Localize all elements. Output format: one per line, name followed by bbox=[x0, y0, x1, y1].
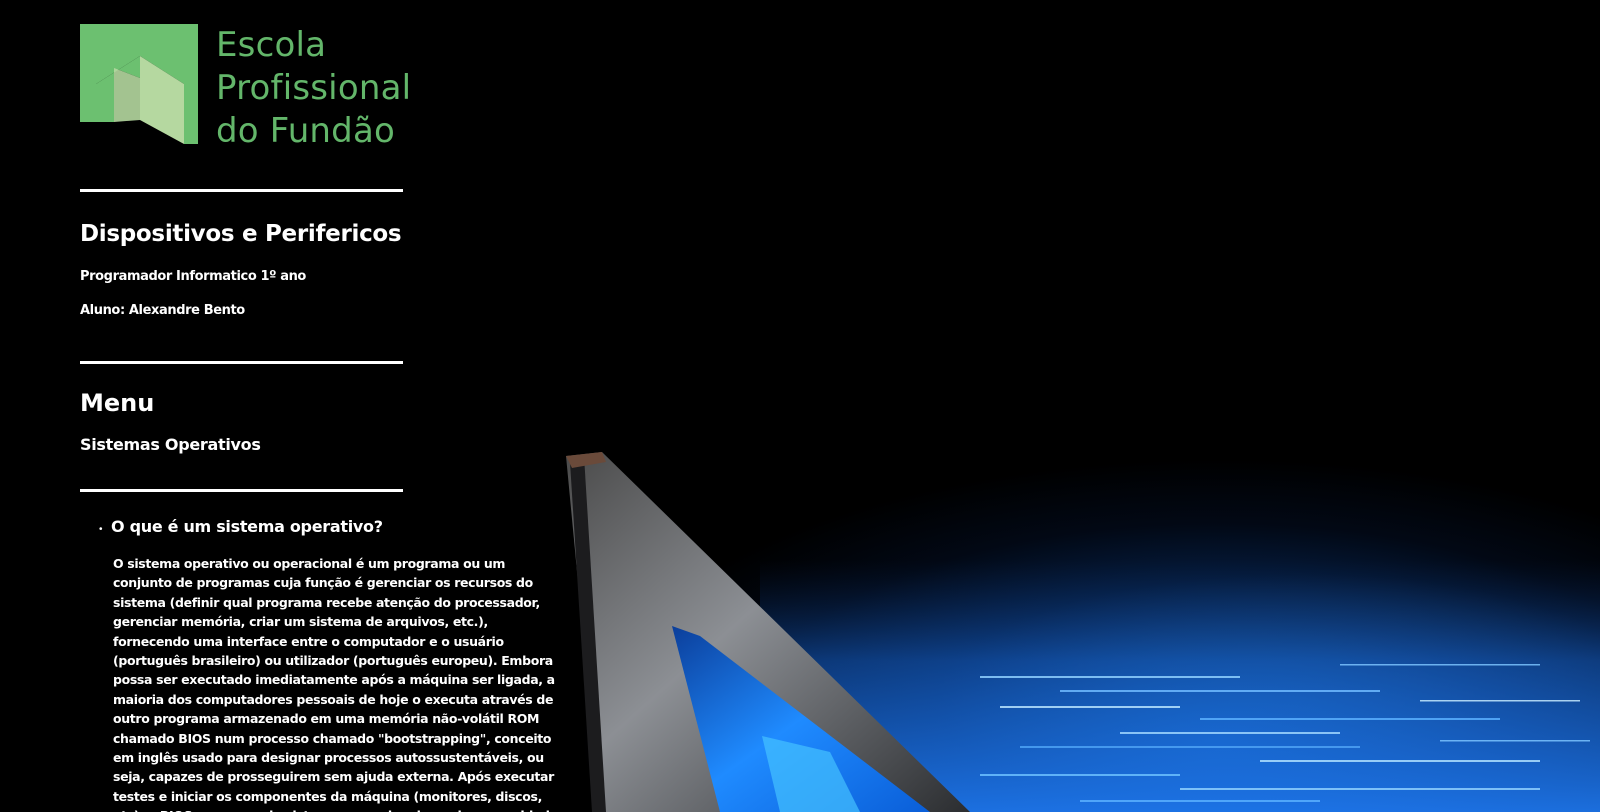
menu-item-sistemas-operativos[interactable]: Sistemas Operativos bbox=[80, 435, 261, 455]
school-name-line-3: do Fundão bbox=[216, 111, 396, 151]
school-name-line-1: Escola bbox=[216, 25, 327, 65]
bullet-icon: • bbox=[99, 524, 103, 535]
building-logo-icon bbox=[80, 24, 198, 144]
course-label: Programador Informatico 1º ano bbox=[80, 269, 306, 284]
section-paragraph: O sistema operativo ou operacional é um … bbox=[113, 556, 558, 812]
page-title: Dispositivos e Perifericos bbox=[80, 221, 402, 247]
school-name: Escola Profissional do Fundão bbox=[216, 24, 411, 153]
list-item: • O que é um sistema operativo? bbox=[99, 516, 559, 538]
section-question: O que é um sistema operativo? bbox=[111, 517, 383, 536]
divider bbox=[80, 489, 403, 492]
sidebar: Escola Profissional do Fundão Dispositiv… bbox=[80, 24, 560, 812]
school-logo[interactable]: Escola Profissional do Fundão bbox=[80, 24, 560, 151]
light-trails bbox=[980, 664, 1590, 802]
student-label: Aluno: Alexandre Bento bbox=[80, 303, 245, 318]
main-content: • O que é um sistema operativo? O sistem… bbox=[80, 516, 559, 812]
school-name-line-2: Profissional bbox=[216, 68, 412, 108]
divider bbox=[80, 189, 403, 192]
divider bbox=[80, 361, 403, 364]
page: Escola Profissional do Fundão Dispositiv… bbox=[0, 0, 1600, 812]
menu-heading: Menu bbox=[80, 389, 155, 417]
